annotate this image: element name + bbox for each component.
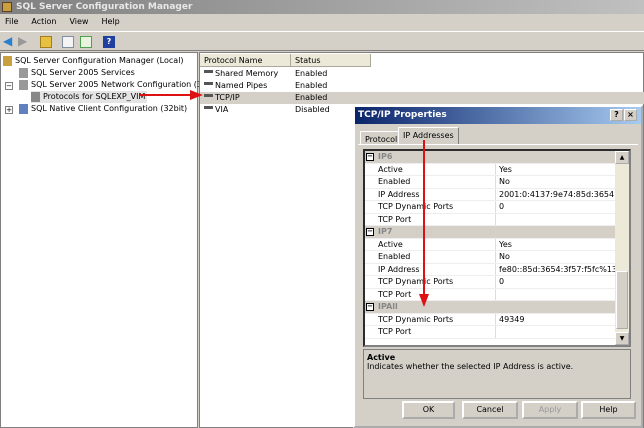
annotation-arrows <box>140 90 429 307</box>
arrowhead <box>419 294 429 307</box>
arrowhead <box>190 90 203 100</box>
